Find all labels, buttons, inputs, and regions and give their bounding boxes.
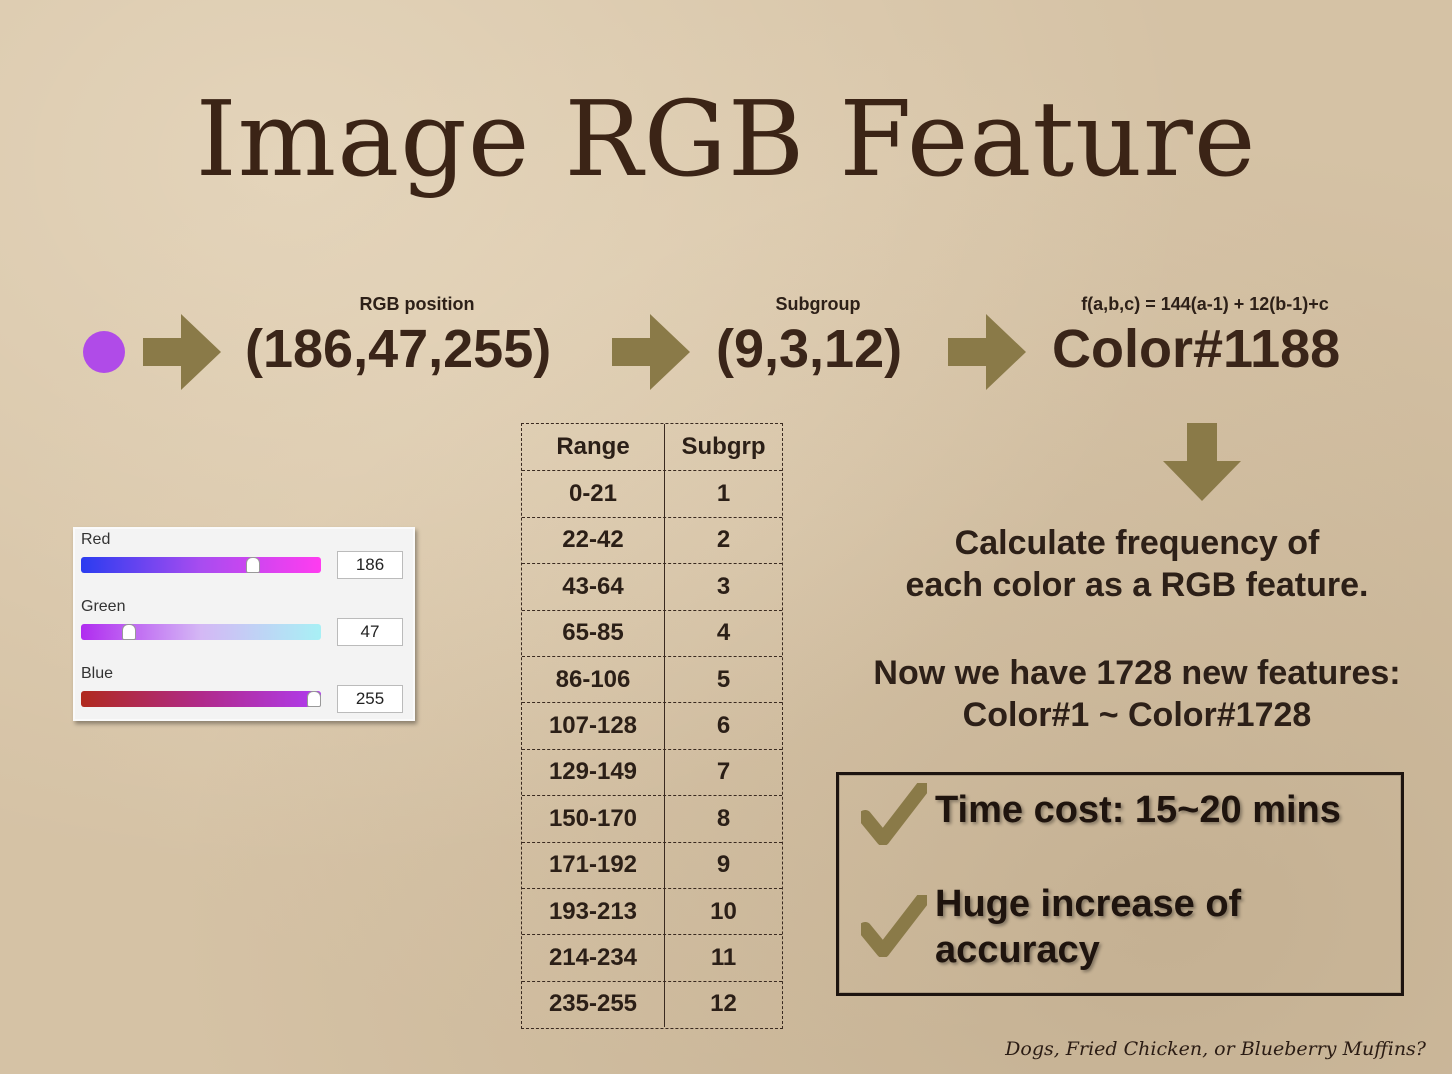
color-index-value: Color#1188 (1052, 319, 1341, 379)
range-cell: 171-192 (522, 842, 665, 888)
green-label: Green (81, 598, 126, 615)
red-label: Red (81, 531, 111, 548)
subgroup-cell: 12 (710, 990, 737, 1018)
summary-box: Time cost: 15~20 mins Huge increase of a… (836, 772, 1404, 996)
blue-label: Blue (81, 665, 114, 682)
subgroup-cell: 1 (716, 480, 731, 508)
red-slider[interactable] (81, 557, 321, 573)
color-swatch (83, 331, 125, 373)
subgroup-cell: 10 (710, 897, 737, 925)
range-cell: 43-64 (522, 564, 665, 610)
new-features-text: Now we have 1728 new features: Color#1 ~… (830, 652, 1444, 736)
subgroup-cell: 8 (716, 804, 731, 832)
table-row: 86-106 5 (522, 655, 782, 703)
green-value-field[interactable]: 47 (337, 618, 403, 646)
green-slider-thumb[interactable] (121, 624, 136, 640)
subgroup-cell: 5 (716, 665, 731, 693)
table-header-row: Range Subgrp (522, 424, 782, 471)
subgroup-cell: 6 (716, 712, 731, 740)
table-row: 214-234 11 (522, 934, 782, 981)
accuracy-line-2: accuracy (935, 929, 1100, 971)
range-subgroup-table: Range Subgrp 0-21 1 22-42 2 43-64 3 65-85 4 … (521, 423, 783, 1029)
range-cell: 235-255 (522, 981, 665, 1028)
features-line-1: Now we have 1728 new features: (873, 654, 1401, 692)
range-cell: 150-170 (522, 796, 665, 842)
range-cell: 129-149 (522, 749, 665, 796)
rgb-slider-panel: Red 186 Green 47 Blue 255 (73, 527, 415, 721)
rgb-value: (186,47,255) (245, 319, 552, 379)
footer-caption: Dogs, Fried Chicken, or Blueberry Muffin… (1005, 1038, 1426, 1060)
accuracy-line-1: Huge increase of (935, 883, 1242, 925)
calc-line-1: Calculate frequency of (954, 524, 1320, 562)
subgroup-cell: 7 (716, 758, 731, 786)
subgroup-cell: 4 (716, 619, 731, 647)
subgroup-cell: 3 (716, 572, 731, 600)
table-header-subgroup: Subgrp (681, 433, 766, 461)
checkmark-icon (858, 892, 930, 962)
calc-frequency-text: Calculate frequency of each color as a R… (850, 522, 1424, 606)
red-slider-thumb[interactable] (245, 557, 260, 573)
table-row: 107-128 6 (522, 702, 782, 749)
range-cell: 193-213 (522, 888, 665, 935)
accuracy-text: Huge increase of accuracy (935, 881, 1241, 973)
table-header-range: Range (522, 424, 665, 471)
table-row: 43-64 3 (522, 563, 782, 610)
table-row: 0-21 1 (522, 470, 782, 517)
range-cell: 0-21 (522, 471, 665, 517)
table-row: 129-149 7 (522, 748, 782, 796)
formula-label: f(a,b,c) = 144(a-1) + 12(b-1)+c (1081, 294, 1329, 314)
table-row: 65-85 4 (522, 609, 782, 656)
range-cell: 65-85 (522, 610, 665, 656)
red-value-field[interactable]: 186 (337, 551, 403, 579)
slide-title: Image RGB Feature (195, 78, 1257, 200)
range-cell: 86-106 (522, 656, 665, 703)
table-row: 193-213 10 (522, 887, 782, 935)
time-cost-text: Time cost: 15~20 mins (935, 789, 1341, 831)
subgroup-cell: 9 (716, 851, 731, 879)
right-arrow-icon (612, 314, 692, 390)
subgroup-label: Subgroup (775, 294, 861, 314)
table-row: 150-170 8 (522, 795, 782, 842)
table-row: 22-42 2 (522, 516, 782, 564)
calc-line-2: each color as a RGB feature. (905, 566, 1369, 604)
blue-slider[interactable] (81, 691, 321, 707)
table-row: 235-255 12 (522, 980, 782, 1028)
range-cell: 107-128 (522, 703, 665, 749)
checkmark-icon (858, 780, 930, 850)
blue-value-field[interactable]: 255 (337, 685, 403, 713)
down-arrow-icon (1163, 423, 1241, 501)
features-line-2: Color#1 ~ Color#1728 (962, 696, 1312, 734)
blue-slider-thumb[interactable] (307, 691, 321, 707)
rgb-position-label: RGB position (359, 294, 475, 314)
subgroup-cell: 11 (710, 943, 737, 971)
subgroup-value: (9,3,12) (716, 319, 903, 379)
range-cell: 22-42 (522, 517, 665, 564)
green-slider[interactable] (81, 624, 321, 640)
subgroup-cell: 2 (716, 526, 731, 554)
table-row: 171-192 9 (522, 841, 782, 888)
right-arrow-icon (948, 314, 1028, 390)
range-cell: 214-234 (522, 935, 665, 981)
right-arrow-icon (143, 314, 223, 390)
